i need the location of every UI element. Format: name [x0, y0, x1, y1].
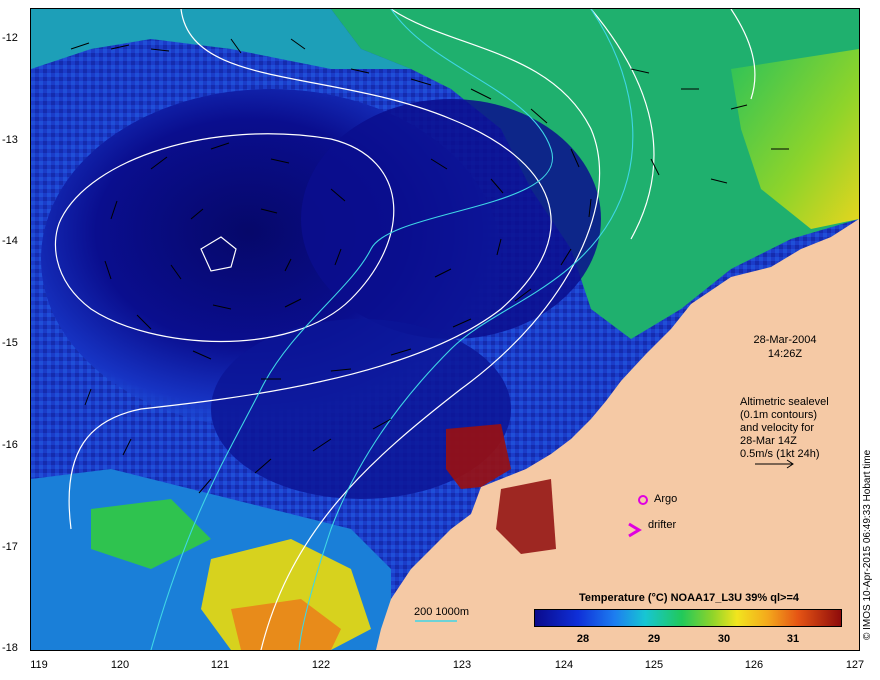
argo-label: Argo — [654, 493, 678, 505]
lat-tick-label: -13 — [2, 134, 18, 146]
colorbar-tick: 30 — [717, 633, 731, 645]
lon-tick-label: 125 — [644, 659, 664, 671]
altimetry-note-line: 0.5m/s (1kt 24h) — [740, 448, 820, 460]
lat-tick-label: -12 — [2, 32, 18, 44]
lon-tick-label: 121 — [210, 659, 230, 671]
altimetry-note-line: 28-Mar 14Z — [740, 435, 797, 447]
colorbar-tick: 28 — [576, 633, 590, 645]
altimetry-note-line: and velocity for — [740, 422, 814, 434]
altimetry-note-line: (0.1m contours) — [740, 409, 818, 421]
lon-tick-label: 122 — [311, 659, 331, 671]
observation-time: 14:26Z — [767, 348, 803, 360]
colorbar-title: Temperature (°C) NOAA17_L3U 39% ql>=4 — [579, 592, 799, 604]
lon-tick-label: 127 — [845, 659, 865, 671]
observation-date: 28-Mar-2004 — [753, 334, 817, 346]
lat-tick-label: -14 — [2, 235, 18, 247]
colorbar-tick: 31 — [786, 633, 800, 645]
lon-tick-label: 119 — [30, 659, 48, 671]
lon-tick-label: 124 — [554, 659, 574, 671]
lon-tick-label: 126 — [744, 659, 764, 671]
imos-credit: © IMOS 10-Apr-2015 06:49:33 Hobart time — [862, 449, 873, 640]
lat-tick-label: -16 — [2, 439, 18, 451]
lon-tick-label: 120 — [110, 659, 130, 671]
lat-tick-label: -17 — [2, 541, 18, 553]
lat-tick-label: -15 — [2, 337, 18, 349]
sst-map — [30, 8, 860, 651]
colorbar-tick: 29 — [647, 633, 661, 645]
altimetry-note-line: Altimetric sealevel — [740, 396, 829, 408]
temperature-colorbar — [534, 609, 842, 627]
map-canvas — [31, 9, 859, 650]
credit-container: © IMOS 10-Apr-2015 06:49:33 Hobart time — [862, 450, 876, 654]
lat-tick-label: -18 — [2, 642, 18, 654]
isobath-legend-label: 200 1000m — [414, 606, 470, 618]
lon-tick-label: 123 — [452, 659, 472, 671]
drifter-label: drifter — [648, 519, 677, 531]
